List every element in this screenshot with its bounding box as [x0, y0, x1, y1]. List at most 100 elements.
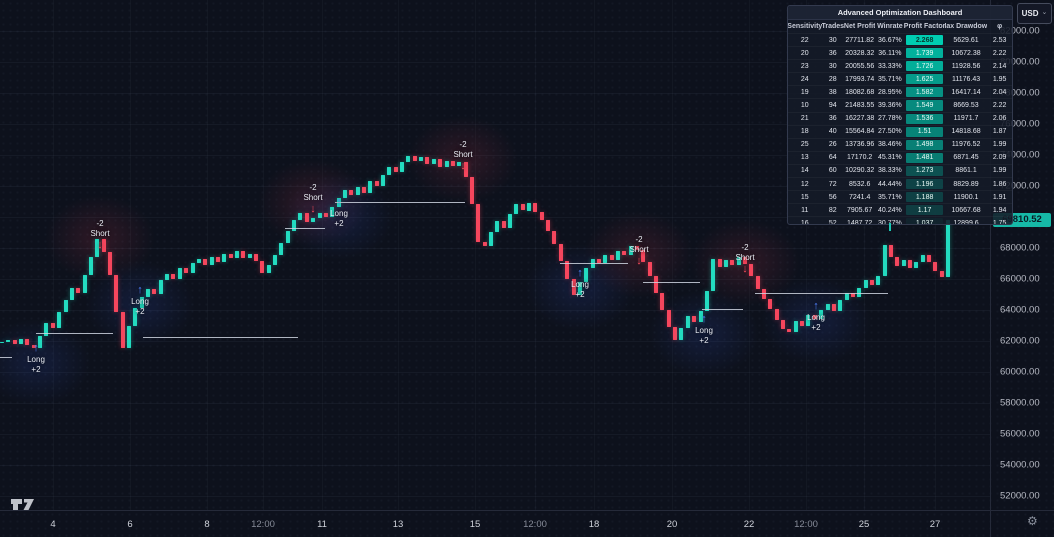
tradingview-chart-window: ↑Long+2-2Short↓↑Long+2-2Short↓↑Long+2-2S…: [0, 0, 1054, 537]
table-row: 242817993.7435.71%1.62511176.431.95: [788, 73, 1012, 86]
candle-body: [470, 177, 474, 204]
candle-body: [171, 274, 175, 279]
long-signal: ↑Long+2: [27, 343, 45, 375]
table-cell: 40.24%: [875, 204, 904, 216]
table-cell: 1.549: [906, 100, 942, 110]
table-cell: 52: [822, 217, 844, 225]
candle-body: [933, 262, 937, 271]
gear-icon[interactable]: ⚙: [1027, 514, 1038, 528]
candle-body: [286, 231, 290, 243]
long-signal: ↑Long+2: [330, 197, 348, 229]
table-cell: 38.33%: [875, 165, 904, 177]
trade-level-line: [643, 282, 700, 283]
table-cell: 2.22: [987, 47, 1012, 59]
table-cell: 7241.4: [844, 191, 875, 203]
candle-body: [673, 327, 677, 339]
candle-body: [387, 167, 391, 175]
table-cell: 11976.52: [945, 139, 988, 151]
trade-level-line: [36, 333, 113, 334]
candle-body: [413, 156, 417, 161]
dashboard-title: Advanced Optimization Dashboard: [788, 6, 1012, 20]
time-tick-label: 20: [667, 519, 678, 530]
table-cell: 1.037: [906, 218, 942, 225]
table-cell: 1487.72: [844, 217, 875, 225]
table-cell: 72: [822, 178, 844, 190]
candle-body: [921, 255, 925, 261]
signal-word: Long: [330, 209, 348, 219]
candle-body: [273, 255, 277, 264]
time-tick-label: 12:00: [794, 519, 818, 530]
table-cell: 27.50%: [875, 126, 904, 138]
table-cell: 1.625: [906, 74, 942, 84]
candle-body: [946, 220, 950, 277]
long-arrow-icon: ↑: [695, 314, 713, 326]
candle-body: [57, 312, 61, 328]
candle-body: [254, 254, 258, 261]
candle-body: [64, 300, 68, 312]
table-cell: 1.498: [906, 140, 942, 150]
time-tick-label: 11: [317, 519, 327, 530]
table-cell: 30: [822, 34, 844, 46]
candle-body: [292, 220, 296, 231]
table-cell: 27.78%: [875, 113, 904, 125]
signal-word: Long: [27, 355, 45, 365]
table-row: 16521487.7230.77%1.03712899.61.75: [788, 217, 1012, 225]
table-cell: 30: [822, 60, 844, 72]
candle-body: [267, 265, 271, 273]
long-arrow-icon: ↑: [571, 268, 589, 280]
table-cell: 16417.14: [945, 86, 988, 98]
candle-body: [51, 323, 55, 328]
candle-body: [83, 275, 87, 293]
dashboard-column-header: Sensitivity: [788, 20, 822, 33]
candle-body: [502, 221, 506, 227]
table-cell: 8861.1: [945, 165, 988, 177]
candle-body: [425, 157, 429, 164]
table-cell: 36: [822, 47, 844, 59]
candle-body: [235, 251, 239, 258]
table-cell: 21483.55: [844, 99, 875, 111]
table-cell: 11900.1: [945, 191, 988, 203]
dashboard-rows: 223027711.8236.67%2.2685629.612.53203620…: [788, 34, 1012, 225]
v-gridline: [594, 0, 595, 510]
candle-body: [616, 251, 620, 260]
dashboard-column-header: φ: [987, 20, 1012, 33]
table-cell: 1.87: [987, 126, 1012, 138]
table-cell: 14: [788, 165, 822, 177]
candle-body: [495, 221, 499, 232]
candle-body: [152, 289, 156, 294]
table-cell: 17993.74: [844, 73, 875, 85]
candle-body: [159, 280, 163, 294]
currency-selector-button[interactable]: USD ⌄: [1017, 3, 1052, 24]
table-cell: 82: [822, 204, 844, 216]
candle-body: [476, 204, 480, 241]
time-tick-label: 27: [930, 519, 941, 530]
candle-body: [216, 257, 220, 262]
table-cell: 6871.45: [945, 152, 988, 164]
time-scale[interactable]: 46812:0011131512:0018202212:002527: [0, 510, 1054, 537]
v-gridline: [322, 0, 323, 510]
dashboard-resize-notch[interactable]: [889, 223, 891, 231]
long-arrow-icon: ↑: [27, 343, 45, 355]
candle-body: [127, 326, 131, 348]
table-cell: 2.09: [987, 152, 1012, 164]
candle-body: [165, 274, 169, 280]
table-cell: 15: [788, 191, 822, 203]
table-cell: 1.481: [906, 153, 942, 163]
table-cell: 1.536: [906, 114, 942, 124]
price-tick-label: 66000.00: [1000, 274, 1040, 285]
v-gridline: [263, 0, 264, 510]
candle-body: [394, 167, 398, 172]
price-tick-label: 52000.00: [1000, 491, 1040, 502]
table-cell: 1.273: [906, 166, 942, 176]
table-cell: 28: [822, 73, 844, 85]
trade-level-line: [285, 228, 325, 229]
table-row: 146010290.3238.33%1.2738861.11.99: [788, 165, 1012, 178]
candle-body: [622, 251, 626, 256]
candle-body: [381, 175, 385, 186]
table-cell: 13: [788, 152, 822, 164]
table-cell: 20328.32: [844, 47, 875, 59]
time-tick-label: 13: [393, 519, 404, 530]
table-cell: 36: [822, 113, 844, 125]
table-cell: 26: [822, 139, 844, 151]
candle-body: [730, 260, 734, 265]
